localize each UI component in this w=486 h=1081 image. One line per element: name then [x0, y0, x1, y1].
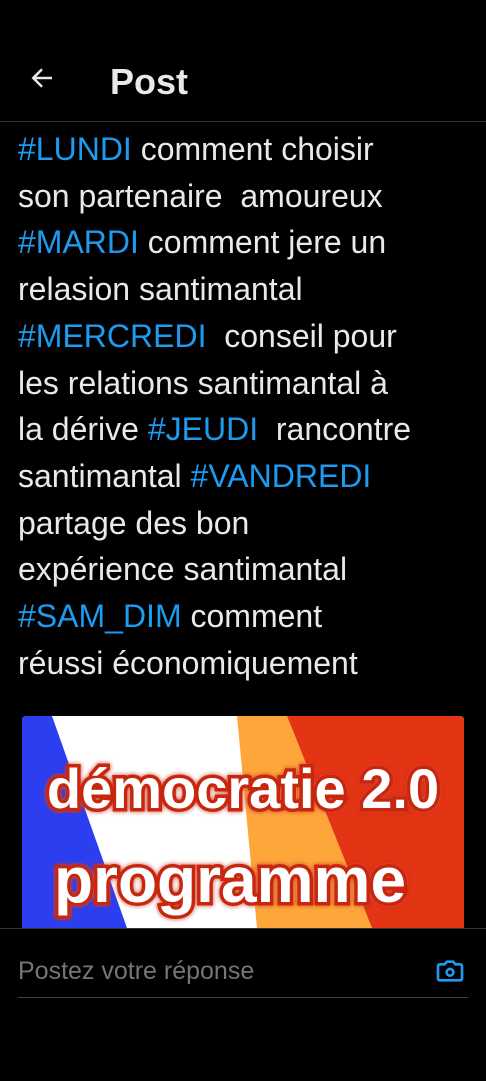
- camera-button[interactable]: [432, 953, 468, 989]
- post-text-segment: comment: [181, 598, 323, 635]
- post-text-segment: rancontre: [258, 411, 412, 448]
- reply-underline: [18, 997, 468, 998]
- post-text-segment: conseil pour: [206, 317, 397, 354]
- image-caption-line2: programme: [54, 844, 406, 916]
- image-caption-line1: démocratie 2.0: [47, 757, 439, 820]
- post-line: la dérive #JEUDI rancontre: [18, 406, 468, 453]
- post-text-segment: expérience santimantal: [18, 551, 348, 588]
- post-image[interactable]: démocratie 2.0 programme: [22, 716, 464, 928]
- hashtag-link[interactable]: #VANDREDI: [191, 458, 372, 494]
- hashtag-link[interactable]: #MARDI: [18, 224, 139, 260]
- post-line: partage des bon: [18, 500, 468, 547]
- post-line: #SAM_DIM comment: [18, 593, 468, 640]
- top-header: Post: [0, 0, 486, 122]
- post-line: #MERCREDI conseil pour: [18, 313, 468, 360]
- post-text-segment: les relations santimantal à: [18, 364, 388, 401]
- post-text-segment: son partenaire amoureux: [18, 177, 383, 214]
- post-line: santimantal #VANDREDI: [18, 453, 468, 500]
- post-text-segment: réussi économiquement: [18, 644, 358, 681]
- hashtag-link[interactable]: #JEUDI: [148, 411, 258, 447]
- arrow-left-icon: [31, 68, 52, 88]
- reply-bar: [0, 928, 486, 1081]
- post-line: les relations santimantal à: [18, 360, 468, 407]
- post-text-segment: partage des bon: [18, 504, 250, 541]
- hashtag-link[interactable]: #LUNDI: [18, 131, 132, 167]
- hashtag-link[interactable]: #MERCREDI: [18, 318, 206, 354]
- back-button[interactable]: [22, 58, 62, 98]
- post-text-segment: relasion santimantal: [18, 271, 303, 308]
- post-line: expérience santimantal: [18, 546, 468, 593]
- post-line: #LUNDI comment choisir: [18, 126, 468, 173]
- page-title: Post: [110, 61, 189, 102]
- post-text-segment: la dérive: [18, 411, 148, 448]
- post-text-segment: comment choisir: [131, 131, 374, 167]
- hashtag-link[interactable]: #SAM_DIM: [18, 598, 182, 634]
- flag-banner-image: démocratie 2.0 programme: [22, 716, 464, 928]
- post-line: #MARDI comment jere un: [18, 219, 468, 266]
- post-text: #LUNDI comment choisir son partenaire amo…: [18, 126, 468, 686]
- reply-input[interactable]: [18, 947, 426, 995]
- post-line: réussi économiquement: [18, 640, 468, 687]
- post-text-segment: santimantal: [18, 457, 191, 494]
- post-text-segment: comment jere un: [138, 224, 387, 261]
- camera-icon: [436, 960, 464, 982]
- post-line: relasion santimantal: [18, 266, 468, 313]
- post-line: son partenaire amoureux: [18, 173, 468, 220]
